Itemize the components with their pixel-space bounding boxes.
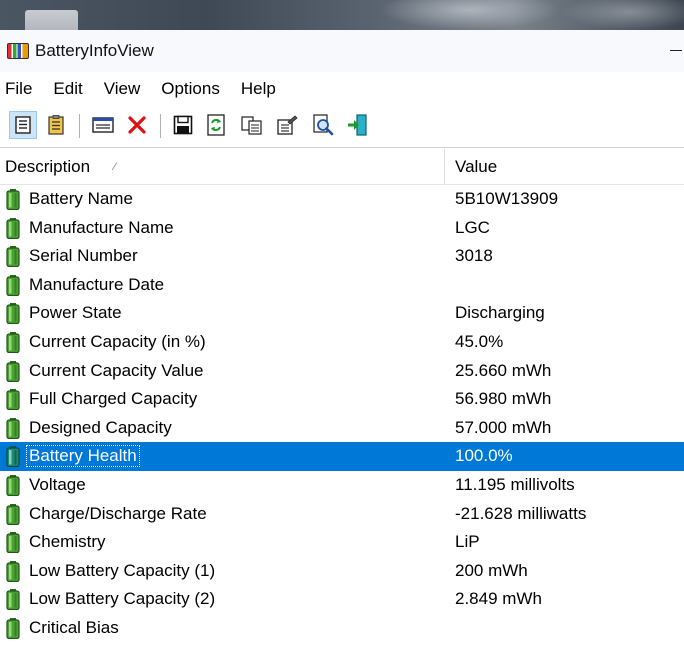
title-bar[interactable]: BatteryInfoView [0,30,684,72]
battery-icon [6,246,20,268]
menu-bar: File Edit View Options Help [0,72,684,106]
column-header-value[interactable]: Value [455,157,497,177]
item-description: Current Capacity Value [29,360,204,380]
list-item[interactable]: Manufacture Name LGC [0,214,684,243]
list-item[interactable]: Chemistry LiP [0,528,684,557]
list-item[interactable]: Low Battery Capacity (2) 2.849 mWh [0,585,684,614]
item-value: 3018 [455,246,493,266]
desktop-background [0,0,684,30]
list-item[interactable]: Serial Number 3018 [0,242,684,271]
list-item[interactable]: Manufacture Date [0,271,684,300]
menu-file[interactable]: File [0,79,32,99]
background-window-tab [25,10,78,30]
item-description: Critical Bias [29,617,119,637]
app-icon [7,43,29,59]
copy-icon[interactable] [238,111,266,139]
item-description: Low Battery Capacity (2) [29,589,216,609]
item-value: 57.000 mWh [455,417,552,437]
battery-info-list: Battery Name 5B10W13909 Manufacture Name… [0,185,684,643]
battery-icon [6,331,20,354]
delete-x-icon[interactable] [123,111,151,139]
item-value: 11.195 millivolts [455,474,575,494]
item-value: 100.0% [455,446,513,466]
list-item[interactable]: Battery Health 100.0% [0,442,684,471]
list-item[interactable]: Power State Discharging [0,299,684,328]
item-value: 25.660 mWh [455,360,552,380]
item-description: Manufacture Name [29,217,174,237]
properties-icon[interactable] [273,111,301,139]
battery-icon [6,217,20,239]
item-value: 200 mWh [455,560,528,580]
refresh-icon[interactable] [202,111,230,139]
toolbar [0,106,684,148]
menu-edit[interactable]: Edit [48,79,82,99]
item-value: -21.628 milliwatts [455,503,587,523]
item-value: 56.980 mWh [455,389,552,409]
minimize-button[interactable] [668,40,682,60]
cloud-decoration [380,0,560,30]
battery-icon [6,617,20,640]
properties-view-icon[interactable] [9,111,37,139]
item-value: LGC [455,217,490,237]
battery-icon [6,189,20,211]
item-value: 45.0% [455,331,504,351]
item-value: 5B10W13909 [455,189,559,208]
battery-icon [6,532,20,554]
list-item[interactable]: Battery Name 5B10W13909 [0,185,684,214]
exit-icon[interactable] [343,111,371,139]
toolbar-separator [79,114,80,138]
item-description: Serial Number [29,246,138,266]
battery-icon [6,417,20,439]
list-item[interactable]: Full Charged Capacity 56.980 mWh [0,385,684,414]
item-description: Voltage [29,474,86,494]
list-item[interactable]: Critical Bias [0,614,684,643]
item-description: Manufacture Date [29,274,165,294]
battery-icon [6,274,20,296]
list-header: Description ⁄ Value [0,149,684,185]
item-description: Low Battery Capacity (1) [29,560,216,580]
list-item[interactable]: Low Battery Capacity (1) 200 mWh [0,557,684,586]
item-description: Battery Health [26,445,140,468]
item-description: Charge/Discharge Rate [29,503,207,523]
menu-help[interactable]: Help [236,79,276,99]
window-title: BatteryInfoView [35,41,154,60]
item-value: 2.849 mWh [455,589,542,609]
battery-icon [6,446,20,468]
sort-ascending-icon: ⁄ [114,161,116,173]
battery-icon [6,560,20,582]
list-item[interactable]: Charge/Discharge Rate -21.628 milliwatts [0,500,684,529]
item-description: Battery Name [29,189,133,208]
menu-options[interactable]: Options [156,79,220,99]
log-window-icon[interactable] [89,111,117,139]
list-item[interactable]: Current Capacity Value 25.660 mWh [0,357,684,386]
list-item[interactable]: Current Capacity (in %) 45.0% [0,328,684,357]
column-resize-handle[interactable] [444,149,445,185]
battery-icon [6,589,20,611]
toolbar-separator [160,114,161,138]
item-value: LiP [455,532,480,552]
battery-icon [6,303,20,325]
list-item[interactable]: Voltage 11.195 millivolts [0,471,684,500]
battery-icon [6,360,20,382]
item-description: Designed Capacity [29,417,172,437]
battery-icon [6,474,20,497]
clipboard-list-icon[interactable] [42,111,70,139]
battery-icon [6,389,20,411]
battery-icon [6,503,20,525]
menu-view[interactable]: View [99,79,141,99]
item-description: Full Charged Capacity [29,389,198,409]
find-icon[interactable] [309,111,337,139]
item-value: Discharging [455,303,545,323]
column-header-description[interactable]: Description [5,157,90,177]
cloud-decoration [560,0,684,30]
save-disk-icon[interactable] [169,111,197,139]
list-item[interactable]: Designed Capacity 57.000 mWh [0,414,684,443]
item-description: Chemistry [29,532,106,552]
item-description: Current Capacity (in %) [29,331,206,351]
item-description: Power State [29,303,122,323]
